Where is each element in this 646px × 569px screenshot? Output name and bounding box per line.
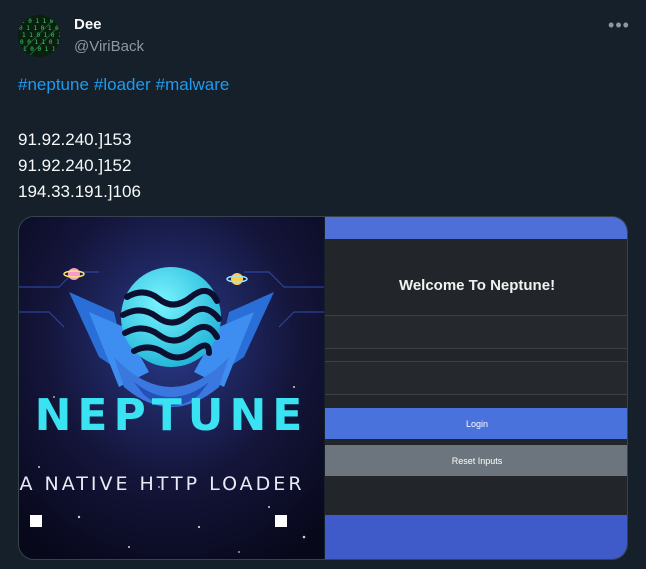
login-button: Login (325, 408, 627, 439)
hashtag-link[interactable]: #malware (156, 75, 230, 94)
password-input (325, 361, 627, 395)
checkbox-right (275, 515, 287, 527)
neptune-tagline: A NATIVE HTTP LOADER (19, 473, 304, 495)
neptune-login-screenshot[interactable]: Welcome To Neptune! Login Reset Inputs (325, 217, 627, 559)
svg-text:1 0 0 1 1: 1 0 0 1 1 (23, 46, 56, 53)
reset-inputs-button: Reset Inputs (325, 445, 627, 476)
username-input (325, 315, 627, 349)
panel-footer-bar (325, 515, 627, 559)
neptune-promo-image[interactable]: NEPTUNE A NATIVE HTTP LOADER (19, 217, 324, 559)
ip-address: 91.92.240.]153 (18, 130, 132, 149)
neptune-promo-graphic: NEPTUNE A NATIVE HTTP LOADER (19, 217, 324, 559)
hashtag-link[interactable]: #loader (94, 75, 151, 94)
hashtags: #neptune #loader #malware (18, 75, 234, 95)
hashtag-link[interactable]: #neptune (18, 75, 89, 94)
ip-address: 91.92.240.]152 (18, 156, 132, 175)
matrix-avatar-image: 1 0 1 1 0 0 1 1 0 1 0 1 1 0 1 0 1 0 0 1 … (18, 15, 60, 57)
svg-text:0 1 1 0 1 0: 0 1 1 0 1 0 (19, 25, 59, 32)
svg-text:1 1 0 1 0 1: 1 1 0 1 0 1 (22, 32, 60, 39)
welcome-title: Welcome To Neptune! (398, 277, 556, 294)
display-name[interactable]: Dee (74, 16, 102, 33)
neptune-brand-text: NEPTUNE (35, 390, 309, 441)
more-horizontal-icon: ••• (608, 14, 630, 35)
media-gallery: NEPTUNE A NATIVE HTTP LOADER Welcome To … (18, 216, 628, 560)
ip-address: 194.33.191.]106 (18, 182, 141, 201)
ip-list: 91.92.240.]153 91.92.240.]152 194.33.191… (18, 127, 141, 205)
user-handle[interactable]: @ViriBack (74, 38, 144, 55)
panel-header-bar (325, 217, 627, 239)
avatar[interactable]: 1 0 1 1 0 0 1 1 0 1 0 1 1 0 1 0 1 0 0 1 … (18, 15, 60, 57)
checkbox-left (30, 515, 42, 527)
more-options-button[interactable]: ••• (604, 12, 634, 38)
